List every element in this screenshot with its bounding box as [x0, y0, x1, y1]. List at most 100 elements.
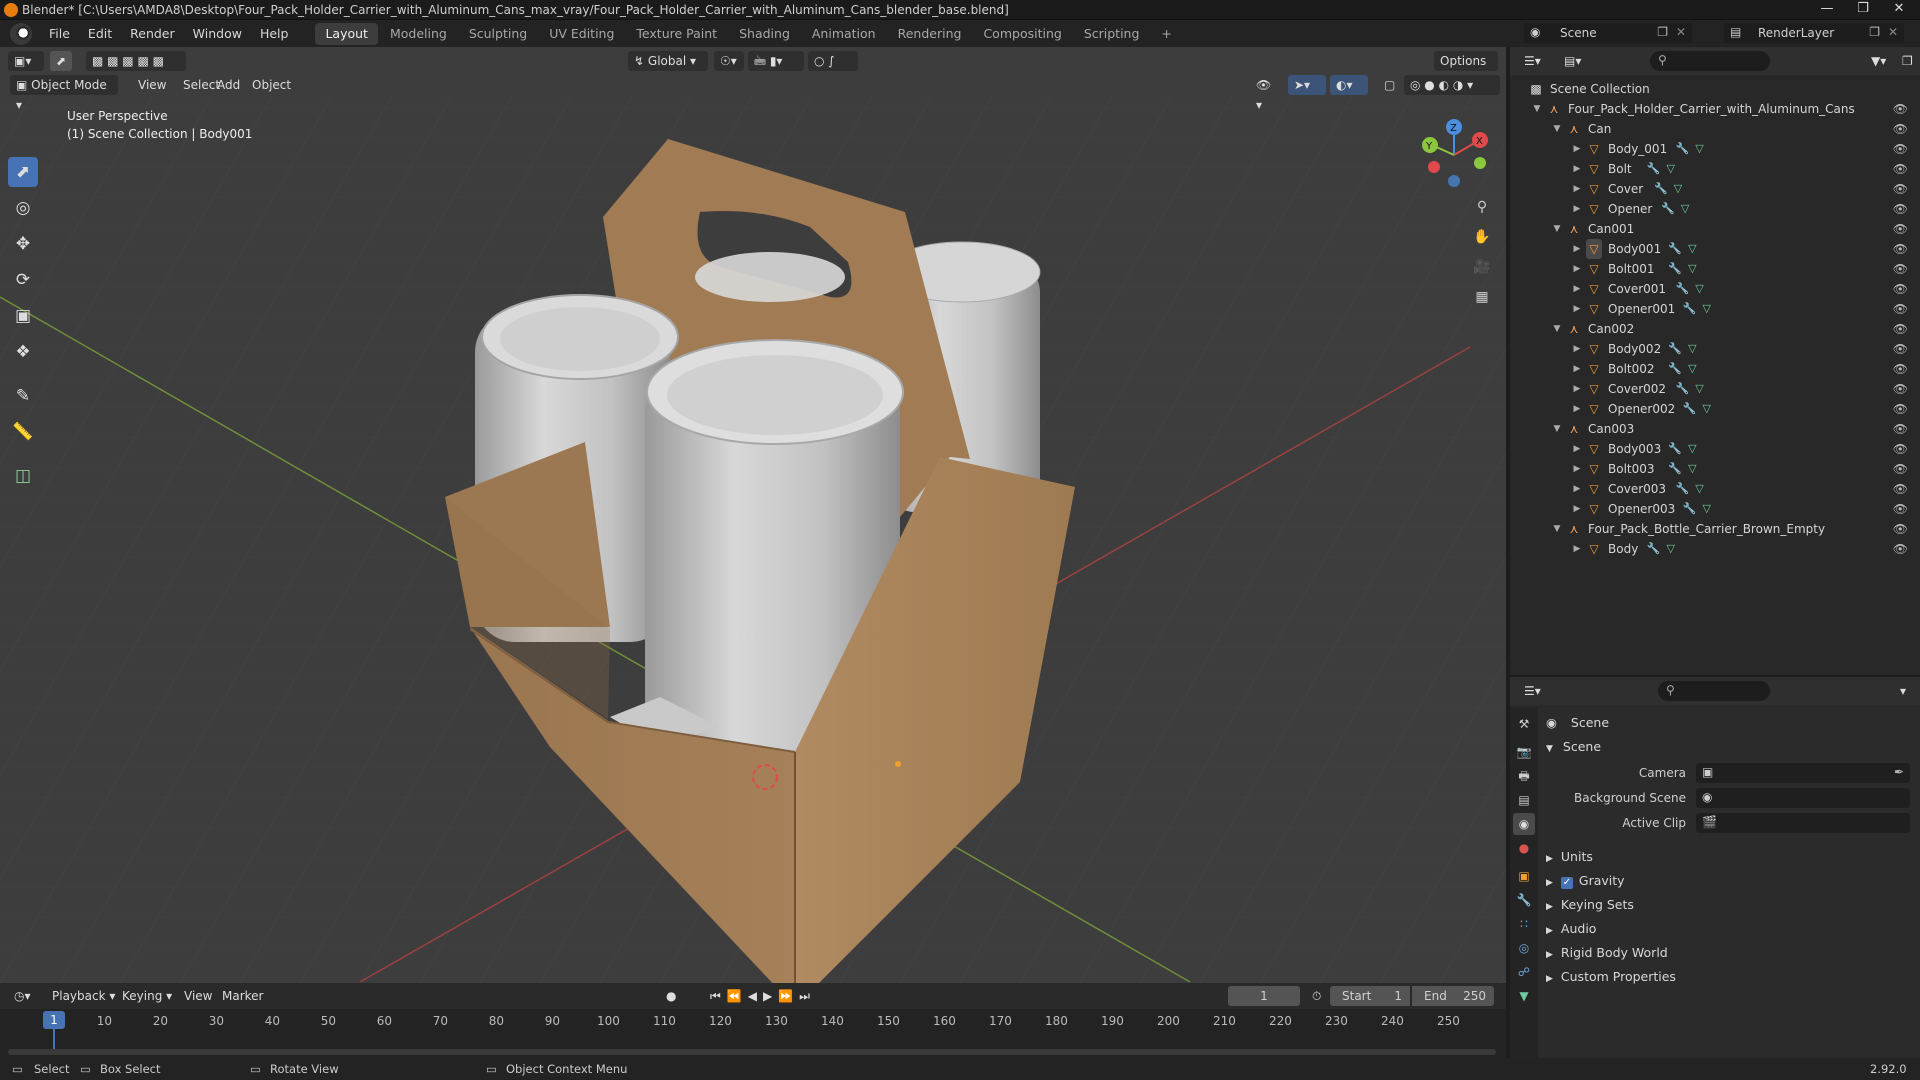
outliner-item[interactable]: ▶ ▽ Body001 🔧 ▽ 👁 — [1510, 239, 1920, 259]
visibility-eye-icon[interactable]: 👁 — [1893, 539, 1908, 559]
workspace-tab-sculpting[interactable]: Sculpting — [459, 23, 537, 45]
menu-marker[interactable]: Marker — [216, 986, 269, 1006]
gravity-checkbox[interactable]: ✓ — [1560, 877, 1573, 889]
data-tab-icon[interactable]: ▼ — [1513, 985, 1535, 1007]
visibility-eye-icon[interactable]: 👁 — [1893, 339, 1908, 359]
collapse-arrow-icon[interactable]: ▼ — [1552, 519, 1562, 539]
filter-icon[interactable]: ▼▾ — [1865, 51, 1892, 71]
object-tab-icon[interactable]: ▣ — [1513, 865, 1535, 887]
snap-toggle-icon[interactable]: 🖮 ▮▾ — [748, 51, 804, 71]
cursor-tool-icon[interactable]: ◎ — [8, 193, 38, 223]
menu-view[interactable]: View — [132, 75, 172, 95]
delete-view-layer-icon[interactable]: ✕ — [1888, 25, 1898, 39]
workspace-tab-uv-editing[interactable]: UV Editing — [539, 23, 624, 45]
custom-properties-panel[interactable]: ▶ Custom Properties — [1546, 969, 1676, 984]
outliner-item[interactable]: ▶ ▽ Bolt003 🔧 ▽ 👁 — [1510, 459, 1920, 479]
scene-tab-icon[interactable]: ◉ — [1513, 813, 1535, 835]
visibility-eye-icon[interactable]: 👁 — [1893, 399, 1908, 419]
expand-arrow-icon[interactable]: ▶ — [1572, 439, 1582, 459]
maximize-button[interactable]: ❐ — [1848, 0, 1878, 20]
expand-arrow-icon[interactable]: ▶ — [1572, 259, 1582, 279]
menu-window[interactable]: Window — [184, 20, 251, 47]
outliner-item[interactable]: ▼ ⋏ Four_Pack_Bottle_Carrier_Brown_Empty 👁 — [1510, 519, 1920, 539]
units-panel[interactable]: ▶ Units — [1546, 849, 1593, 864]
visibility-eye-icon[interactable]: 👁 — [1893, 499, 1908, 519]
mesh-data-icon[interactable]: ▽ — [1688, 442, 1696, 455]
visibility-eye-icon[interactable]: 👁 — [1893, 299, 1908, 319]
modifier-wrench-icon[interactable]: 🔧 — [1668, 362, 1682, 375]
select-box-tool-icon[interactable]: ⬈ — [8, 157, 38, 187]
expand-arrow-icon[interactable]: ▶ — [1572, 159, 1582, 179]
overlay-toggle-icon[interactable]: ◐▾ — [1330, 75, 1368, 95]
mesh-data-icon[interactable]: ▽ — [1695, 382, 1703, 395]
visibility-eye-icon[interactable]: 👁 — [1893, 479, 1908, 499]
outliner-item[interactable]: ▶ ▽ Body 🔧 ▽ 👁 — [1510, 539, 1920, 559]
start-frame-field[interactable]: Start 1 — [1330, 986, 1410, 1006]
gravity-panel[interactable]: ▶ ✓ Gravity — [1546, 873, 1625, 889]
workspace-tab-animation[interactable]: Animation — [802, 23, 886, 45]
visibility-eye-icon[interactable]: 👁 — [1893, 359, 1908, 379]
display-mode-icon[interactable]: ▤▾ — [1558, 51, 1587, 71]
expand-arrow-icon[interactable]: ▶ — [1572, 539, 1582, 559]
add-workspace-button[interactable]: + — [1151, 23, 1181, 45]
camera-view-icon[interactable]: 🎥 — [1470, 255, 1494, 279]
scene-panel-header[interactable]: ▼ Scene — [1546, 739, 1601, 754]
outliner-item[interactable]: ▶ ▽ Bolt 🔧 ▽ 👁 — [1510, 159, 1920, 179]
outliner-item[interactable]: ▼ ⋏ Can002 👁 — [1510, 319, 1920, 339]
active-clip-field[interactable]: 🎬 — [1696, 813, 1910, 833]
annotate-tool-icon[interactable]: ✎ — [8, 381, 38, 411]
outliner-item[interactable]: ▼ ⋏ Can 👁 — [1510, 119, 1920, 139]
constraints-tab-icon[interactable]: ☍ — [1513, 961, 1535, 983]
expand-arrow-icon[interactable]: ▶ — [1572, 199, 1582, 219]
object-mode-select[interactable]: ▣ Object Mode ▾ — [10, 75, 118, 112]
mesh-data-icon[interactable]: ▽ — [1695, 142, 1703, 155]
outliner-search-input[interactable]: ⚲ — [1650, 51, 1770, 71]
modifier-wrench-icon[interactable]: 🔧 — [1676, 482, 1690, 495]
mesh-data-icon[interactable]: ▽ — [1688, 242, 1696, 255]
outliner-item[interactable]: ▶ ▽ Cover003 🔧 ▽ 👁 — [1510, 479, 1920, 499]
navigation-gizmo[interactable]: Z X Y — [1414, 115, 1494, 195]
rotate-tool-icon[interactable]: ⟳ — [8, 265, 38, 295]
scale-tool-icon[interactable]: ▣ — [8, 301, 38, 331]
transform-orientation-select[interactable]: ↯ Global ▾ — [628, 51, 708, 71]
workspace-tab-layout[interactable]: Layout — [315, 22, 378, 45]
modifier-wrench-icon[interactable]: 🔧 — [1647, 542, 1661, 555]
output-tab-icon[interactable]: 🖶 — [1513, 765, 1535, 787]
modifier-wrench-icon[interactable]: 🔧 — [1654, 182, 1668, 195]
mesh-data-icon[interactable]: ▽ — [1703, 402, 1711, 415]
visibility-eye-icon[interactable]: 👁 — [1893, 379, 1908, 399]
menu-help[interactable]: Help — [251, 20, 298, 47]
modifier-wrench-icon[interactable]: 🔧 — [1668, 342, 1682, 355]
outliner-editor-type-icon[interactable]: ☰▾ — [1518, 51, 1547, 71]
modifier-wrench-icon[interactable]: 🔧 — [1676, 282, 1690, 295]
outliner-item[interactable]: ▶ ▽ Cover002 🔧 ▽ 👁 — [1510, 379, 1920, 399]
visibility-eye-icon[interactable]: 👁 — [1893, 219, 1908, 239]
visibility-eye-icon[interactable]: 👁 — [1893, 279, 1908, 299]
preview-range-icon[interactable]: ⏱ — [1306, 986, 1327, 1006]
modifier-wrench-icon[interactable]: 🔧 — [1683, 502, 1697, 515]
expand-arrow-icon[interactable]: ▶ — [1572, 239, 1582, 259]
xray-toggle-icon[interactable]: ▢ — [1378, 75, 1398, 95]
outliner-item[interactable]: ▼ ⋏ Can003 👁 — [1510, 419, 1920, 439]
menu-timeline-view[interactable]: View — [178, 986, 218, 1006]
workspace-tab-scripting[interactable]: Scripting — [1074, 23, 1150, 45]
visibility-eye-icon[interactable]: 👁 — [1893, 199, 1908, 219]
proportional-edit-icon[interactable]: ○ ∫ — [808, 51, 858, 71]
outliner-item[interactable]: ▶ ▽ Opener 🔧 ▽ 👁 — [1510, 199, 1920, 219]
new-view-layer-icon[interactable]: ❐ — [1869, 25, 1880, 39]
audio-panel[interactable]: ▶ Audio — [1546, 921, 1596, 936]
modifier-wrench-icon[interactable]: 🔧 — [1668, 442, 1682, 455]
particles-tab-icon[interactable]: ∷ — [1513, 913, 1535, 935]
mesh-data-icon[interactable]: ▽ — [1667, 162, 1675, 175]
outliner-item[interactable]: ▶ ▽ Cover001 🔧 ▽ 👁 — [1510, 279, 1920, 299]
visibility-icon[interactable]: 👁▾ — [1250, 75, 1280, 112]
physics-tab-icon[interactable]: ◎ — [1513, 937, 1535, 959]
record-button[interactable]: ● — [660, 986, 682, 1006]
outliner-item[interactable]: ▼ ⋏ Can001 👁 — [1510, 219, 1920, 239]
expand-arrow-icon[interactable]: ▶ — [1572, 279, 1582, 299]
visibility-eye-icon[interactable]: 👁 — [1893, 119, 1908, 139]
collapse-arrow-icon[interactable]: ▼ — [1552, 219, 1562, 239]
new-scene-icon[interactable]: ❐ — [1657, 25, 1668, 39]
visibility-eye-icon[interactable]: 👁 — [1893, 159, 1908, 179]
pivot-point-icon[interactable]: ☉▾ — [714, 51, 744, 71]
